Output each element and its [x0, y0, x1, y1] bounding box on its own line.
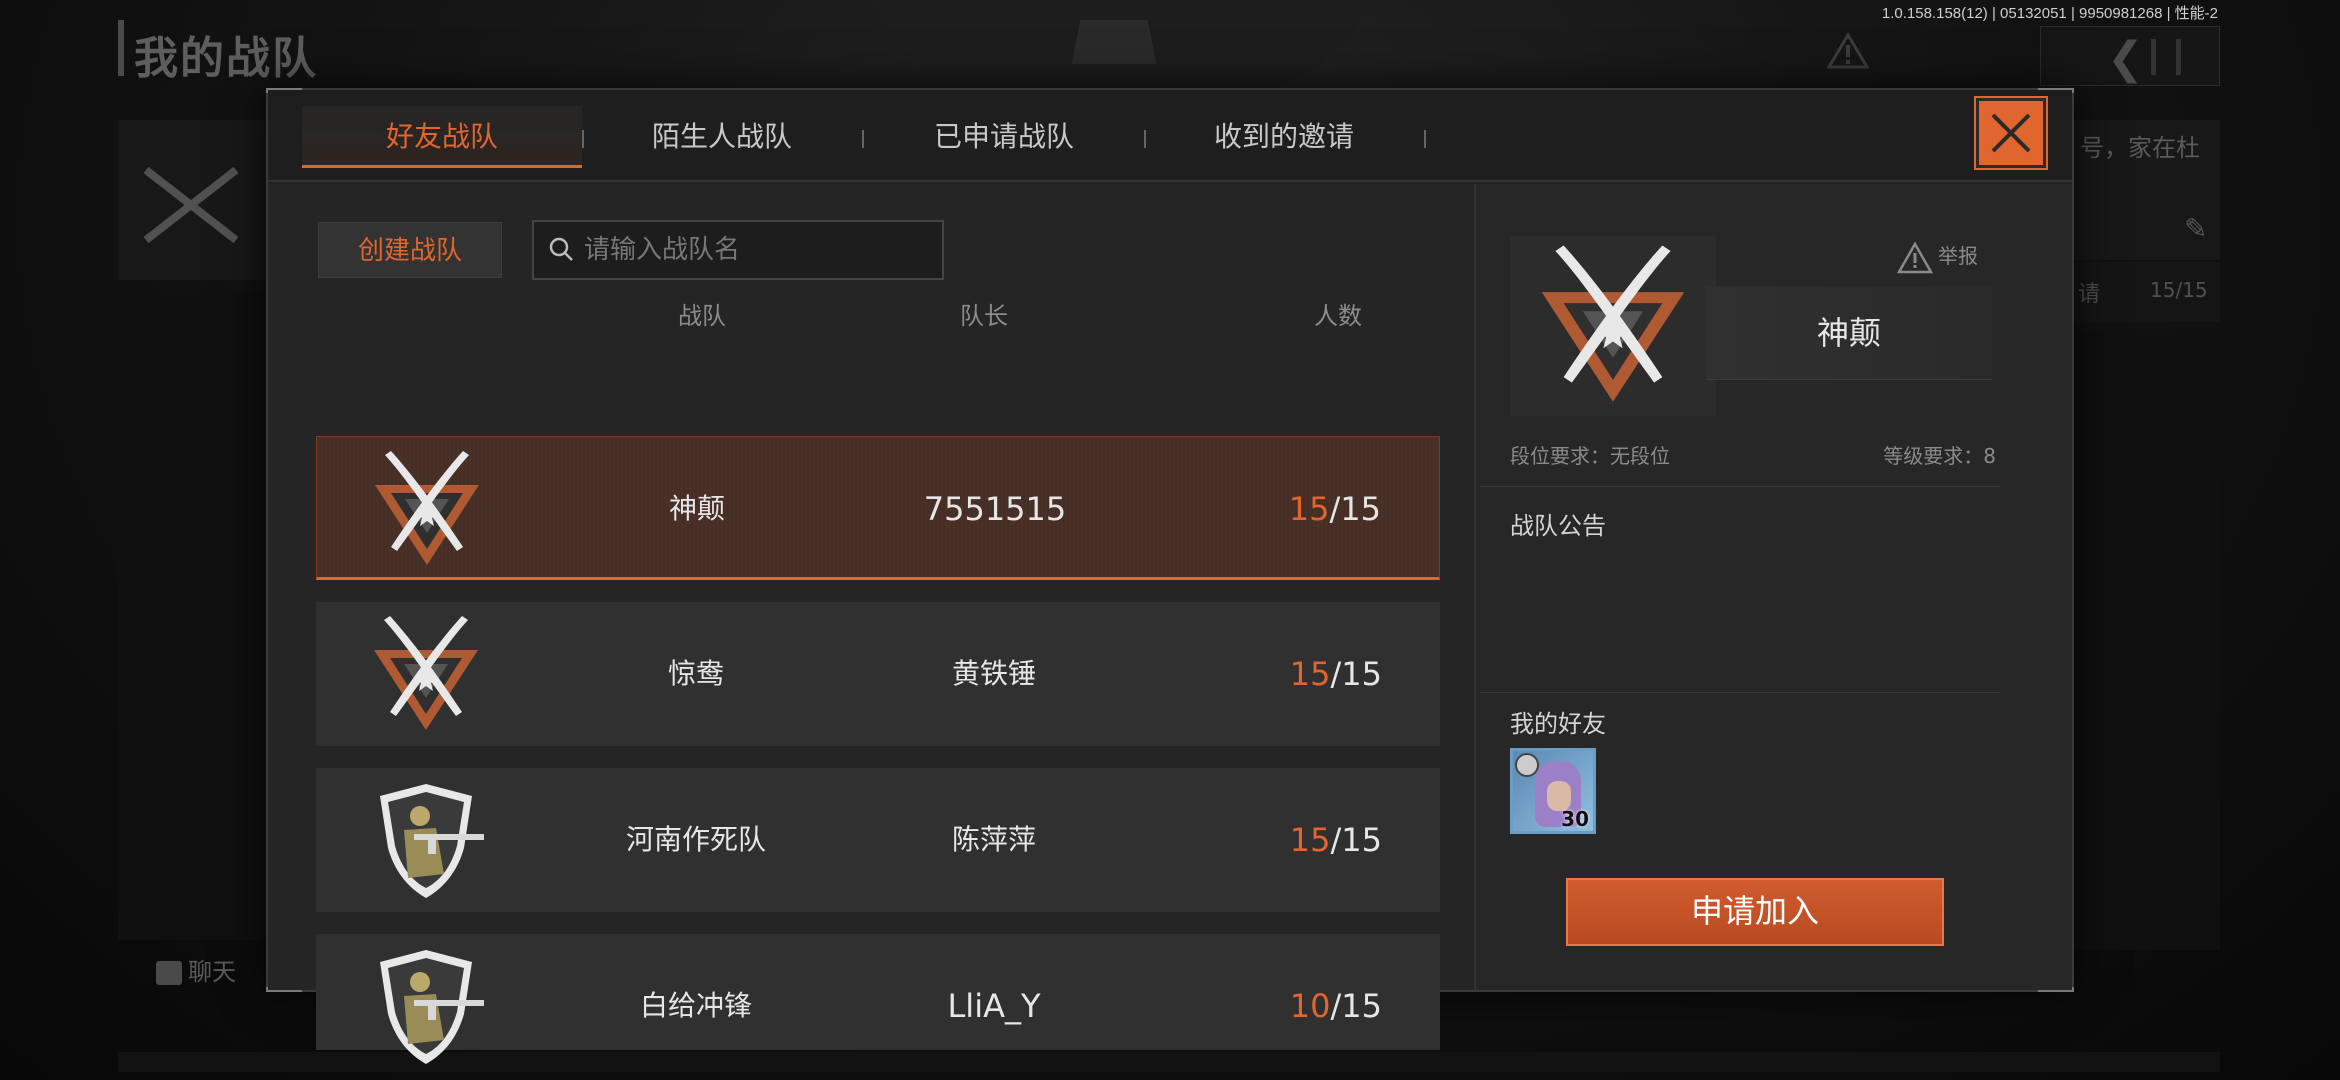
team-member-count: 15/15: [1290, 602, 1382, 746]
search-icon: [549, 237, 573, 261]
divider: [1480, 486, 2000, 487]
edit-pencil-icon: ✎: [2184, 212, 2208, 245]
friend-level: 30: [1561, 807, 1589, 831]
background-right-column: [2074, 330, 2220, 950]
version-text: 1.0.158.158(12) | 05132051 | 9950981268 …: [1881, 5, 2218, 22]
friend-avatar[interactable]: 30: [1510, 748, 1596, 834]
team-max-count: /15: [1330, 987, 1383, 1025]
menu-bars-icon: [2151, 39, 2181, 75]
team-current-count: 15: [1289, 655, 1331, 693]
detail-team-name: 神颠: [1816, 314, 1881, 352]
warning-icon: [1826, 32, 1870, 69]
team-browser-dialog: 好友战队 陌生人战队 已申请战队 收到的邀请 创建战队 战队 队长 人数: [266, 88, 2074, 1064]
close-icon: [1991, 113, 2031, 153]
team-notice-title: 战队公告: [1510, 512, 1606, 540]
team-detail-pane: 神颠 举报 段位要求：无段位 等级要求：8 战队公告 我的好友 30 申请加入: [1474, 184, 2072, 990]
team-list-pane: 创建战队 战队 队长 人数 神颠 7551515 15/15: [268, 184, 1474, 1064]
report-label: 举报: [1938, 244, 1978, 268]
team-search-box[interactable]: [532, 220, 944, 280]
team-name: 神颠: [668, 492, 725, 525]
tab-bar: 好友战队 陌生人战队 已申请战队 收到的邀请: [268, 90, 2072, 182]
team-row[interactable]: 惊鸯 黄铁锤 15/15: [316, 602, 1440, 746]
crossed-knives-emblem-icon: [375, 451, 479, 565]
tab-stranger-teams[interactable]: 陌生人战队: [582, 106, 862, 168]
soldier-shield-emblem-icon: [380, 950, 484, 1064]
tab-applied-teams[interactable]: 已申请战队: [864, 106, 1144, 168]
team-leader: 7551515: [923, 490, 1067, 528]
team-row[interactable]: 河南作死队 陈萍萍 15/15: [316, 768, 1440, 912]
warning-icon: [1896, 240, 1934, 273]
soldier-shield-emblem-icon: [380, 784, 484, 898]
team-leader: LliA_Y: [947, 987, 1041, 1025]
divider: [1480, 692, 2000, 693]
team-current-count: 15: [1289, 821, 1331, 859]
chat-label: 聊天: [188, 958, 236, 986]
team-name: 河南作死队: [625, 823, 766, 856]
team-member-count: 15/15: [1290, 768, 1382, 912]
create-team-button[interactable]: 创建战队: [318, 222, 502, 278]
team-member-count: 15/15: [1289, 437, 1381, 581]
team-search-input[interactable]: [584, 230, 934, 270]
tab-separator: [1424, 130, 1426, 148]
column-header-leader: 队长: [960, 302, 1008, 330]
rank-requirement: 段位要求：无段位: [1510, 444, 1670, 468]
report-button[interactable]: 举报: [1896, 240, 1978, 275]
tab-received-invites[interactable]: 收到的邀请: [1144, 106, 1424, 168]
background-right-text: 号，家在杜: [2080, 134, 2200, 162]
team-max-count: /15: [1329, 490, 1382, 528]
column-header-count: 人数: [1314, 302, 1362, 330]
rank-badge-icon: [1515, 753, 1539, 777]
title-accent-bar: [118, 20, 124, 76]
crossed-knives-emblem-icon: [374, 616, 478, 730]
team-leader: 黄铁锤: [951, 657, 1036, 690]
team-name: 惊鸯: [667, 657, 724, 690]
close-button[interactable]: [1974, 96, 2048, 170]
team-max-count: /15: [1330, 821, 1383, 859]
back-button[interactable]: ❮: [2040, 26, 2220, 86]
chat-button[interactable]: 聊天: [156, 952, 236, 987]
background-left-column: [118, 290, 268, 940]
my-friends-title: 我的好友: [1510, 710, 1606, 738]
team-current-count: 10: [1289, 987, 1331, 1025]
team-max-count: /15: [1330, 655, 1383, 693]
team-leader: 陈萍萍: [951, 823, 1036, 856]
apply-join-button[interactable]: 申请加入: [1566, 878, 1944, 946]
tab-friend-teams[interactable]: 好友战队: [302, 106, 582, 168]
chat-icon: [156, 961, 182, 985]
background-count-text: 15/15: [2150, 278, 2208, 302]
team-member-count: 10/15: [1290, 934, 1382, 1050]
background-apply-text: 请: [2078, 282, 2101, 307]
level-requirement: 等级要求：8: [1883, 444, 1996, 468]
team-row[interactable]: 神颠 7551515 15/15: [316, 436, 1440, 580]
team-current-count: 15: [1288, 490, 1330, 528]
chevron-left-icon: ❮: [2107, 33, 2144, 84]
crossed-knives-emblem-icon: [1541, 245, 1685, 402]
column-header-team: 战队: [678, 302, 726, 330]
page-title: 我的战队: [134, 33, 318, 84]
team-name: 白给冲锋: [639, 989, 752, 1022]
crossed-rifles-icon: [143, 166, 239, 244]
team-row[interactable]: 白给冲锋 LliA_Y 10/15: [316, 934, 1440, 1064]
